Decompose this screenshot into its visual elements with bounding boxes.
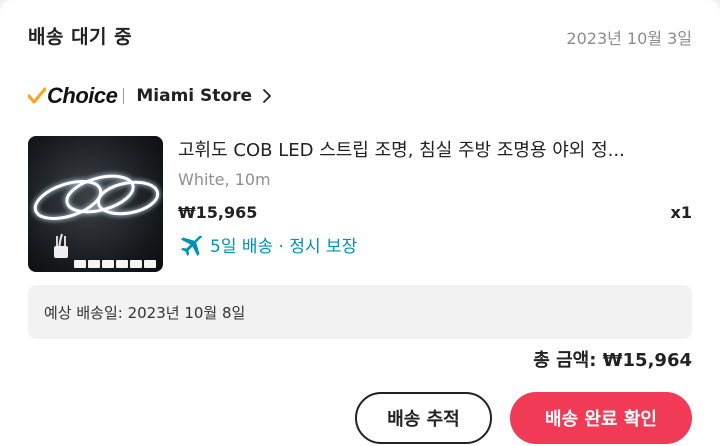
product-price: ₩15,965 bbox=[178, 203, 258, 222]
choice-badge: Choice bbox=[47, 83, 118, 108]
estimated-delivery-text: 예상 배송일: 2023년 10월 8일 bbox=[44, 304, 246, 322]
led-strip-illustration bbox=[32, 173, 161, 268]
order-total: 총 금액: ₩15,964 bbox=[533, 350, 692, 371]
product-image[interactable] bbox=[28, 136, 163, 272]
order-status: 배송 대기 중 bbox=[28, 26, 133, 48]
choice-logo: Choice bbox=[28, 83, 118, 109]
checkmark-icon bbox=[28, 87, 46, 104]
confirm-delivery-button[interactable]: 배송 완료 확인 bbox=[510, 392, 692, 444]
product-quantity: x1 bbox=[670, 203, 692, 222]
shipping-text: 5일 배송 · 정시 보장 bbox=[210, 237, 358, 257]
estimated-delivery-box: 예상 배송일: 2023년 10월 8일 bbox=[28, 285, 692, 339]
product-variant: White, 10m bbox=[178, 170, 271, 189]
chevron-right-icon bbox=[263, 89, 271, 103]
product-title[interactable]: 고휘도 COB LED 스트립 조명, 침실 주방 조명용 야외 정... bbox=[178, 136, 692, 162]
track-delivery-button[interactable]: 배송 추적 bbox=[355, 392, 492, 444]
order-header: 배송 대기 중 2023년 10월 3일 bbox=[28, 22, 692, 50]
shipping-info: 5일 배송 · 정시 보장 bbox=[178, 232, 357, 257]
order-date: 2023년 10월 3일 bbox=[566, 29, 692, 48]
order-card: 배송 대기 중 2023년 10월 3일 Choice Miami Store bbox=[0, 0, 720, 446]
airplane-icon bbox=[181, 235, 203, 256]
store-link[interactable]: Choice Miami Store bbox=[28, 80, 272, 112]
store-name: Miami Store bbox=[136, 86, 252, 106]
product-item[interactable]: 고휘도 COB LED 스트립 조명, 침실 주방 조명용 야외 정... Wh… bbox=[28, 136, 692, 274]
divider bbox=[123, 88, 125, 104]
